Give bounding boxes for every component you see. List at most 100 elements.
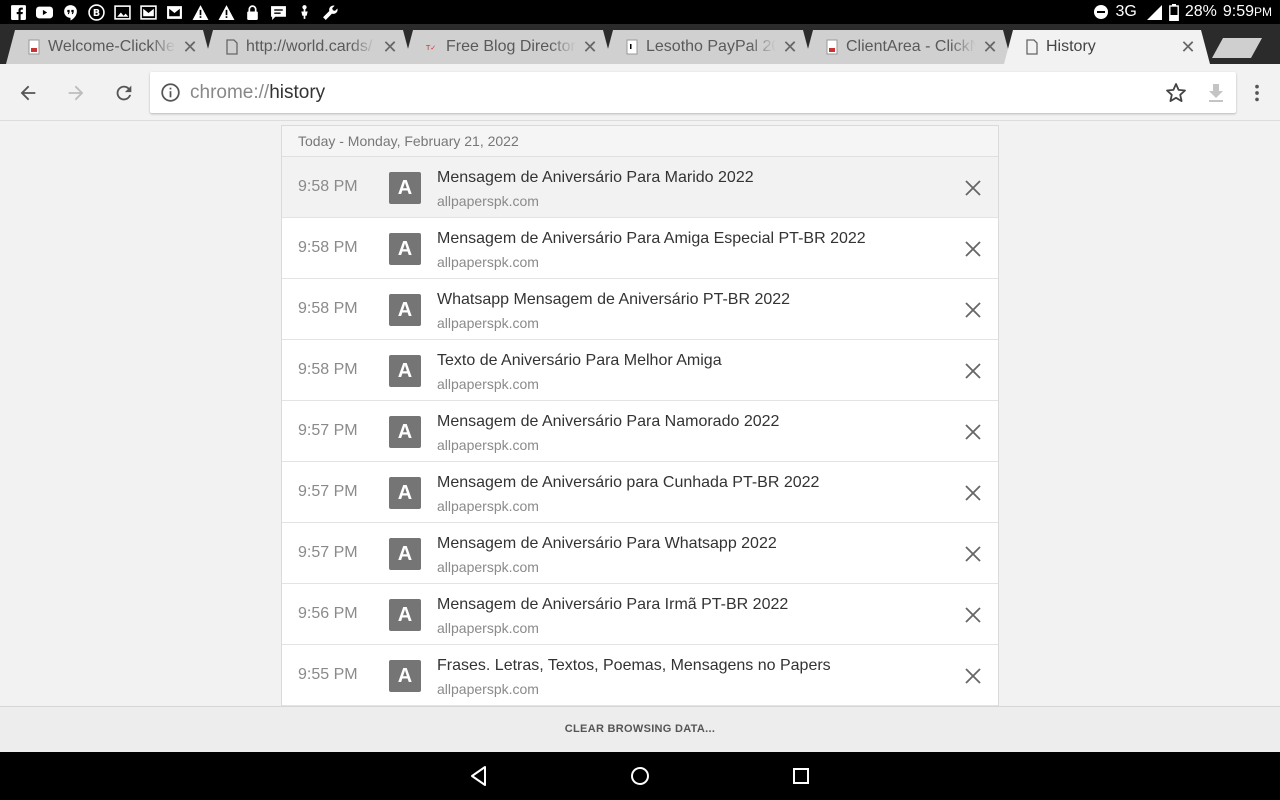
- download-icon[interactable]: [1206, 82, 1226, 104]
- tab-close-icon[interactable]: ✕: [576, 37, 604, 58]
- entry-domain: allpaperspk.com: [437, 559, 539, 575]
- clock-time: 9:59: [1222, 3, 1254, 20]
- chat-icon: [270, 4, 287, 21]
- tab-close-icon[interactable]: ✕: [976, 37, 1004, 58]
- tab-close-icon[interactable]: ✕: [376, 37, 404, 58]
- tab-title: http://world.cards/: [246, 38, 373, 55]
- entry-title[interactable]: Whatsapp Mensagem de Aniversário PT-BR 2…: [437, 291, 790, 309]
- mail-icon: [166, 4, 183, 21]
- remove-entry-icon[interactable]: [963, 544, 983, 564]
- tab-close-icon[interactable]: ✕: [176, 37, 204, 58]
- entry-time: 9:58 PM: [298, 239, 358, 256]
- entry-domain: allpaperspk.com: [437, 681, 539, 697]
- usb-icon: [296, 4, 313, 21]
- tab-title: Free Blog Directorie: [446, 38, 576, 55]
- tab-free-blog[interactable]: T✓ Free Blog Directorie ✕: [404, 30, 612, 64]
- nav-back-icon[interactable]: [467, 764, 491, 788]
- forward-button[interactable]: [63, 80, 89, 106]
- entry-domain: allpaperspk.com: [437, 437, 539, 453]
- address-bar[interactable]: chrome://history: [150, 72, 1236, 113]
- nav-recents-icon[interactable]: [789, 764, 813, 788]
- system-status: 3G 28% 9:59PM: [1093, 2, 1272, 22]
- page-icon: [626, 39, 638, 55]
- info-icon[interactable]: [160, 82, 181, 103]
- entry-time: 9:57 PM: [298, 483, 358, 500]
- page-icon: [1026, 39, 1038, 55]
- url-host: history: [269, 82, 326, 103]
- entry-title[interactable]: Mensagem de Aniversário para Cunhada PT-…: [437, 474, 819, 492]
- tab-lesotho-paypal[interactable]: Lesotho PayPal 202 ✕: [604, 30, 812, 64]
- history-entry[interactable]: 9:58 PM A Mensagem de Aniversário Para M…: [282, 157, 998, 218]
- site-letter-icon: A: [389, 172, 421, 204]
- battery-percent: 28%: [1184, 3, 1217, 20]
- history-entry[interactable]: 9:56 PM A Mensagem de Aniversário Para I…: [282, 584, 998, 645]
- history-entry[interactable]: 9:57 PM A Mensagem de Aniversário para C…: [282, 462, 998, 523]
- youtube-icon: [36, 4, 53, 21]
- remove-entry-icon[interactable]: [963, 666, 983, 686]
- site-letter-icon: A: [389, 538, 421, 570]
- remove-entry-icon[interactable]: [963, 483, 983, 503]
- history-entry[interactable]: 9:55 PM A Frases. Letras, Textos, Poemas…: [282, 645, 998, 706]
- entry-time: 9:56 PM: [298, 605, 358, 622]
- entry-domain: allpaperspk.com: [437, 498, 539, 514]
- site-letter-icon: A: [389, 294, 421, 326]
- remove-entry-icon[interactable]: [963, 361, 983, 381]
- history-entry[interactable]: 9:57 PM A Mensagem de Aniversário Para W…: [282, 523, 998, 584]
- url-text[interactable]: chrome://history: [190, 82, 325, 104]
- tab-history[interactable]: History ✕: [1004, 30, 1210, 64]
- entry-title[interactable]: Mensagem de Aniversário Para Marido 2022: [437, 169, 754, 187]
- remove-entry-icon[interactable]: [963, 300, 983, 320]
- entry-title[interactable]: Mensagem de Aniversário Para Namorado 20…: [437, 413, 779, 431]
- status-bar: B 3G 28% 9:59PM: [0, 0, 1280, 24]
- facebook-icon: [10, 4, 27, 21]
- entry-title[interactable]: Mensagem de Aniversário Para Amiga Espec…: [437, 230, 866, 248]
- entry-title[interactable]: Texto de Aniversário Para Melhor Amiga: [437, 352, 722, 370]
- remove-entry-icon[interactable]: [963, 239, 983, 259]
- entry-domain: allpaperspk.com: [437, 315, 539, 331]
- bookmark-star-icon[interactable]: [1164, 81, 1188, 105]
- new-tab-button[interactable]: [1212, 38, 1262, 58]
- entry-title[interactable]: Frases. Letras, Textos, Poemas, Mensagen…: [437, 657, 831, 675]
- history-entry[interactable]: 9:58 PM A Mensagem de Aniversário Para A…: [282, 218, 998, 279]
- entry-time: 9:58 PM: [298, 361, 358, 378]
- entry-title[interactable]: Mensagem de Aniversário Para Irmã PT-BR …: [437, 596, 788, 614]
- entry-time: 9:58 PM: [298, 178, 358, 195]
- history-entry[interactable]: 9:58 PM A Whatsapp Mensagem de Aniversár…: [282, 279, 998, 340]
- remove-entry-icon[interactable]: [963, 605, 983, 625]
- entry-domain: allpaperspk.com: [437, 376, 539, 392]
- entry-title[interactable]: Mensagem de Aniversário Para Whatsapp 20…: [437, 535, 777, 553]
- network-type: 3G: [1115, 3, 1137, 20]
- tab-close-icon[interactable]: ✕: [776, 37, 804, 58]
- reload-button[interactable]: [111, 80, 137, 106]
- tab-clientarea[interactable]: ClientArea - ClickNe ✕: [804, 30, 1012, 64]
- tab-close-icon[interactable]: ✕: [1174, 37, 1202, 58]
- lock-icon: [244, 4, 261, 21]
- remove-entry-icon[interactable]: [963, 422, 983, 442]
- entry-domain: allpaperspk.com: [437, 193, 539, 209]
- site-letter-icon: A: [389, 355, 421, 387]
- site-letter-icon: A: [389, 599, 421, 631]
- svg-text:B: B: [93, 8, 100, 19]
- history-entry[interactable]: 9:57 PM A Mensagem de Aniversário Para N…: [282, 401, 998, 462]
- history-card: Today - Monday, February 21, 2022 9:58 P…: [281, 125, 999, 706]
- remove-entry-icon[interactable]: [963, 178, 983, 198]
- nav-home-icon[interactable]: [628, 764, 652, 788]
- tab-welcome-clicknet[interactable]: Welcome-ClickNet C ✕: [6, 30, 212, 64]
- clear-browsing-data-button[interactable]: CLEAR BROWSING DATA...: [0, 706, 1280, 752]
- warning-icon: [218, 4, 235, 21]
- menu-button[interactable]: [1244, 80, 1270, 106]
- hangouts-icon: [62, 4, 79, 21]
- wrench-icon: [322, 4, 339, 21]
- tab-world-cards[interactable]: http://world.cards/ ✕: [204, 30, 412, 64]
- site-letter-icon: A: [389, 233, 421, 265]
- forward-arrow-icon: [68, 85, 84, 101]
- back-button[interactable]: [15, 80, 41, 106]
- mail-icon: [140, 4, 157, 21]
- day-header: Today - Monday, February 21, 2022: [282, 126, 998, 157]
- entry-time: 9:55 PM: [298, 666, 358, 683]
- history-entry[interactable]: 9:58 PM A Texto de Aniversário Para Melh…: [282, 340, 998, 401]
- reload-icon: [116, 85, 132, 101]
- warning-icon: [192, 4, 209, 21]
- notification-icons: B: [10, 3, 339, 21]
- entry-domain: allpaperspk.com: [437, 254, 539, 270]
